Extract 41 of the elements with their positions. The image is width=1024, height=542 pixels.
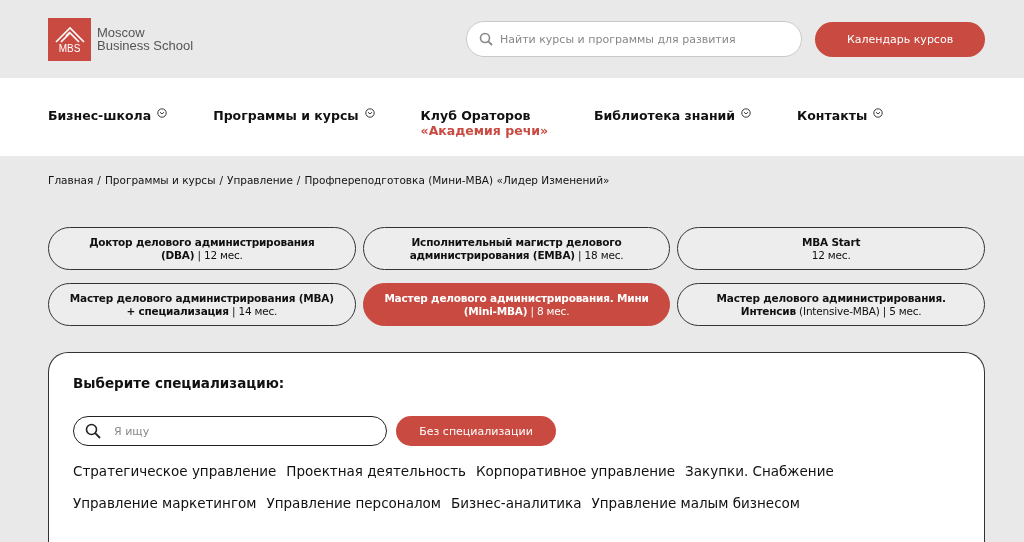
nav-link[interactable]: Клуб Ораторов [420, 108, 549, 123]
specialization-link[interactable]: Закупки. Снабжение [685, 463, 834, 479]
logo-text: MBS [58, 42, 81, 54]
breadcrumb-separator: / [219, 174, 223, 188]
breadcrumb-separator: / [97, 174, 101, 188]
specialization-link[interactable]: Управление малым бизнесом [591, 495, 800, 511]
specialization-link[interactable]: Управление маркетингом [73, 495, 257, 511]
logo-background[interactable]: MBS [48, 17, 91, 61]
program-tab[interactable]: Доктор делового администрирования (DBA) | 12 мес. [48, 227, 356, 270]
program-tab[interactable]: Мастер делового администрирования. Мини (Mini-MBA) | 8 мес. [362, 283, 671, 326]
no-specialization-button[interactable]: Без специализации [396, 416, 556, 446]
breadcrumb-link[interactable]: Главная [48, 174, 94, 204]
nav-link[interactable]: Контакты [797, 108, 868, 123]
program-tab[interactable]: Мастер делового администрирования (MBA) + специализация | 14 мес. [48, 283, 356, 326]
search-field[interactable]: Я ищу [73, 416, 387, 446]
program-tab[interactable]: MBA Start 12 мес. [677, 227, 985, 270]
nav-link[interactable]: Программы и курсы [213, 108, 359, 123]
program-tab[interactable]: Исполнительный магистр делового администрирования (EMBA) | 18 мес. [362, 227, 671, 270]
specialization-link[interactable]: Управление персоналом [266, 495, 442, 511]
nav-link[interactable]: Бизнес-школа [48, 108, 152, 123]
search-icon [85, 423, 101, 439]
specialization-link[interactable]: Корпоративное управление [476, 463, 676, 479]
breadcrumb-separator: / [296, 174, 301, 188]
nav-sublink[interactable]: «Академия речи» [420, 123, 549, 138]
brand-name: Moscow Business School [97, 26, 194, 52]
specialization-link[interactable]: Бизнес-аналитика [451, 495, 582, 511]
breadcrumb-link[interactable]: Программы и курсы [104, 174, 216, 204]
search-icon [479, 32, 493, 46]
program-tab[interactable]: Мастер делового администрирования. Интенсив (Intensive-MBA) | 5 мес. [677, 283, 985, 326]
chevron-down-icon[interactable] [741, 108, 752, 118]
breadcrumb-link[interactable]: Управление [227, 174, 293, 204]
chevron-down-icon[interactable] [364, 108, 375, 118]
chevron-down-icon[interactable] [157, 108, 168, 118]
panel-title: Выберите специализацию: [73, 375, 286, 391]
specialization-link[interactable]: Проектная деятельность [286, 463, 466, 479]
mountain-icon [54, 24, 85, 43]
calendar-button[interactable]: Календарь курсов [815, 21, 985, 57]
specialization-link[interactable]: Стратегическое управление [73, 463, 277, 479]
breadcrumb-link[interactable]: Профпереподготовка (Мини-MBA) «Лидер Изменений» [304, 174, 610, 204]
nav-link[interactable]: Библиотека знаний [594, 108, 736, 123]
chevron-down-icon[interactable] [873, 108, 884, 118]
